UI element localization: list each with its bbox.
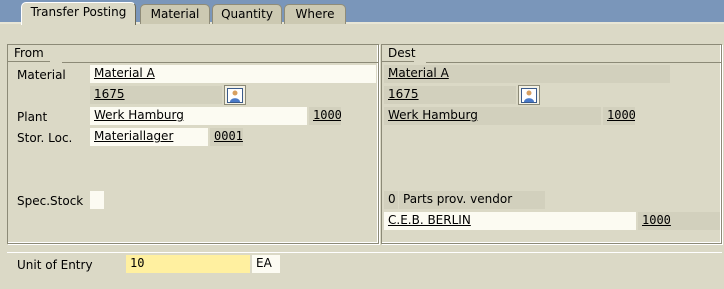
from-plant-field[interactable]: Werk Hamburg: [90, 107, 307, 125]
picture-icon: [521, 87, 537, 103]
quantity-input[interactable]: 10: [126, 255, 250, 273]
from-material-label: Material: [17, 68, 66, 82]
picture-icon: [227, 87, 243, 103]
from-material-field[interactable]: Material A: [90, 65, 376, 83]
from-storloc-label: Stor. Loc.: [17, 131, 73, 145]
tab-quantity[interactable]: Quantity: [212, 4, 282, 24]
dest-title: Dest: [382, 45, 416, 62]
dest-vendor-field[interactable]: C.E.B. BERLIN: [384, 212, 636, 230]
from-plant-label: Plant: [17, 110, 48, 124]
tab-where[interactable]: Where: [284, 4, 346, 24]
dest-title-rule: [426, 62, 721, 63]
from-picture-button[interactable]: [224, 85, 246, 105]
dest-material-field[interactable]: Material A: [384, 65, 670, 83]
dest-specstock-text: Parts prov. vendor: [399, 191, 545, 209]
dest-specstock-code-field[interactable]: 0: [384, 191, 398, 209]
from-title-rule: [62, 62, 378, 63]
dest-plant-code-field[interactable]: 1000: [603, 107, 635, 125]
from-storloc-code-field[interactable]: 0001: [210, 128, 243, 146]
from-title-tab-edge: [50, 45, 62, 62]
entry-row: [7, 252, 722, 280]
tab-material[interactable]: Material: [140, 4, 210, 24]
from-plant-code-field[interactable]: 1000: [309, 107, 341, 125]
dest-material-code-field[interactable]: 1675: [384, 86, 516, 104]
from-specstock-label: Spec.Stock: [17, 194, 84, 208]
from-material-code-field[interactable]: 1675: [90, 86, 222, 104]
dest-picture-button[interactable]: [518, 85, 540, 105]
from-specstock-field[interactable]: [90, 191, 104, 209]
dest-plant-field[interactable]: Werk Hamburg: [384, 107, 601, 125]
unit-of-entry-label: Unit of Entry: [17, 258, 93, 272]
dest-title-tab-edge: [414, 45, 426, 62]
dest-vendor-code-field[interactable]: 1000: [638, 212, 720, 230]
from-storloc-field[interactable]: Materiallager: [90, 128, 208, 146]
from-title: From: [8, 45, 50, 62]
tab-transfer-posting[interactable]: Transfer Posting: [21, 2, 136, 25]
unit-field[interactable]: EA: [252, 255, 280, 273]
